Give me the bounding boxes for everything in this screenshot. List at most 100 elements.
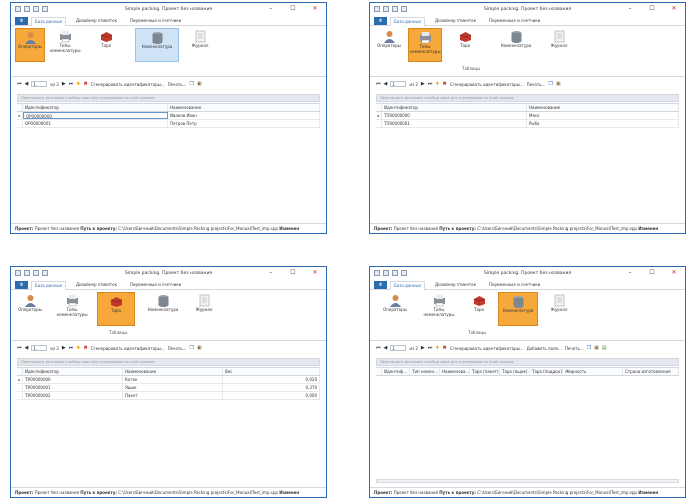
maximize-icon[interactable]: ☐ <box>641 267 663 279</box>
table-cell[interactable]: TR00000002 <box>23 392 123 399</box>
close-icon[interactable]: ✕ <box>663 3 685 15</box>
journal-button[interactable]: Журнал <box>544 292 574 326</box>
column-header[interactable]: Идентификатор <box>23 104 168 111</box>
copy-icon[interactable]: ❐ <box>189 81 193 87</box>
operators-button[interactable]: Операторы <box>15 28 45 62</box>
table-row[interactable]: ▸ TR00000000 Коток 0,020 <box>17 376 320 384</box>
prev-page-icon[interactable]: ◀ <box>384 81 388 87</box>
tab-variables[interactable]: Переменные и счетчики <box>486 17 543 25</box>
copy-icon[interactable]: ❐ <box>548 81 552 87</box>
nomenclature-button[interactable]: Номенклатура <box>494 28 538 62</box>
export-icon[interactable]: ▣ <box>197 345 202 351</box>
page-input[interactable]: 1 <box>31 345 48 351</box>
minimize-icon[interactable]: – <box>260 267 282 279</box>
page-input[interactable]: 1 <box>390 81 407 87</box>
add-icon[interactable]: ✚ <box>76 345 80 351</box>
first-page-icon[interactable]: ⏮ <box>376 81 381 87</box>
minimize-icon[interactable]: – <box>260 3 282 15</box>
table-cell[interactable]: Пакет <box>123 392 223 399</box>
generate-ids-button[interactable]: Сгенерировать идентификаторы... <box>91 82 165 87</box>
prev-page-icon[interactable]: ◀ <box>384 345 388 351</box>
export-icon[interactable]: ▣ <box>197 81 202 87</box>
table-row[interactable]: TR00000002 Пакет 0,000 <box>17 392 320 400</box>
generate-ids-button[interactable]: Сгенерировать идентификаторы... <box>91 346 165 351</box>
add-field-button[interactable]: Добавить поле... <box>527 346 562 351</box>
maximize-icon[interactable]: ☐ <box>282 267 304 279</box>
table-row[interactable]: ТП00000001 Рыба <box>376 120 679 128</box>
file-tab[interactable]: Ф <box>374 281 387 289</box>
column-header[interactable]: Идентиф... <box>382 368 410 375</box>
table-row[interactable]: ▸ OP00000000 Иванов Иван <box>17 112 320 120</box>
close-icon[interactable]: ✕ <box>304 3 326 15</box>
table-cell[interactable]: Мясо <box>527 112 679 119</box>
close-icon[interactable]: ✕ <box>304 267 326 279</box>
delete-icon[interactable]: ✖ <box>84 81 88 87</box>
page-input[interactable]: 1 <box>31 81 48 87</box>
group-panel[interactable]: Перетащите заголовок столбца сюда для гр… <box>376 358 679 366</box>
column-header[interactable]: Наименование <box>168 104 320 111</box>
delete-icon[interactable]: ✖ <box>443 81 447 87</box>
journal-button[interactable]: Журнал <box>544 28 574 62</box>
table-cell[interactable]: Рыба <box>527 120 679 127</box>
close-icon[interactable]: ✕ <box>663 267 685 279</box>
page-input[interactable]: 1 <box>390 345 407 351</box>
minimize-icon[interactable]: – <box>619 3 641 15</box>
table-cell[interactable]: ТП00000001 <box>382 120 527 127</box>
column-header[interactable]: Тара (пакет) <box>470 368 500 375</box>
horizontal-scrollbar[interactable] <box>376 479 679 483</box>
column-header[interactable]: Тип номен... <box>410 368 440 375</box>
table-cell[interactable]: 0,000 <box>223 392 320 399</box>
table-cell[interactable]: Коток <box>123 376 223 383</box>
tab-variables[interactable]: Переменные и счетчики <box>127 17 184 25</box>
tab-variables[interactable]: Переменные и счетчики <box>486 281 543 289</box>
maximize-icon[interactable]: ☐ <box>641 3 663 15</box>
prev-page-icon[interactable]: ◀ <box>25 345 29 351</box>
table-cell[interactable]: OP00000001 <box>23 120 168 127</box>
tab-label-designer[interactable]: Дизайнер этикеток <box>432 17 479 25</box>
next-page-icon[interactable]: ▶ <box>421 345 425 351</box>
add-icon[interactable]: ✚ <box>435 345 439 351</box>
table-row[interactable]: TR00000001 Ящик 0,370 <box>17 384 320 392</box>
table-cell[interactable]: OP00000000 <box>23 112 168 119</box>
tara-button[interactable]: Тара <box>97 292 135 326</box>
minimize-icon[interactable]: – <box>619 267 641 279</box>
operators-button[interactable]: Операторы <box>380 292 410 326</box>
operators-button[interactable]: Операторы <box>15 292 45 326</box>
nomenclature-button[interactable]: Номенклатура <box>135 28 179 62</box>
next-page-icon[interactable]: ▶ <box>62 81 66 87</box>
tab-label-designer[interactable]: Дизайнер этикеток <box>432 281 479 289</box>
column-header[interactable]: Наименование <box>527 104 679 111</box>
group-panel[interactable]: Перетащите заголовок столбца сюда для гр… <box>17 358 320 366</box>
first-page-icon[interactable]: ⏮ <box>17 345 22 351</box>
file-tab[interactable]: Ф <box>374 17 387 25</box>
tara-button[interactable]: Тара <box>450 28 480 62</box>
table-cell[interactable]: 0,370 <box>223 384 320 391</box>
table-cell[interactable]: 0,020 <box>223 376 320 383</box>
table-cell[interactable]: Иванов Иван <box>168 112 320 119</box>
column-header[interactable]: Тара (ящик) <box>500 368 530 375</box>
table-row[interactable]: ▸ ТП00000000 Мясо <box>376 112 679 120</box>
column-header[interactable]: Наименова... <box>440 368 470 375</box>
last-page-icon[interactable]: ⏭ <box>428 345 433 351</box>
nom-types-button[interactable]: Типы номенклатуры <box>408 28 442 62</box>
operators-button[interactable]: Операторы <box>374 28 404 62</box>
column-header[interactable]: Вес <box>223 368 320 375</box>
last-page-icon[interactable]: ⏭ <box>69 345 74 351</box>
tara-button[interactable]: Тара <box>464 292 494 326</box>
print-button[interactable]: Печать... <box>565 346 584 351</box>
file-tab[interactable]: Ф <box>15 17 28 25</box>
column-header[interactable]: Страна изготовления <box>623 368 679 375</box>
journal-button[interactable]: Журнал <box>189 292 219 326</box>
nom-types-button[interactable]: Типы номенклатуры <box>422 292 456 326</box>
maximize-icon[interactable]: ☐ <box>282 3 304 15</box>
nomenclature-button[interactable]: Номенклатура <box>498 292 538 326</box>
next-page-icon[interactable]: ▶ <box>421 81 425 87</box>
generate-ids-button[interactable]: Сгенерировать идентификаторы... <box>450 346 524 351</box>
delete-icon[interactable]: ✖ <box>84 345 88 351</box>
add-icon[interactable]: ✚ <box>76 81 80 87</box>
tab-variables[interactable]: Переменные и счетчики <box>127 281 184 289</box>
tab-label-designer[interactable]: Дизайнер этикеток <box>73 17 120 25</box>
table-cell[interactable]: Ящик <box>123 384 223 391</box>
delete-icon[interactable]: ✖ <box>443 345 447 351</box>
nomenclature-button[interactable]: Номенклатура <box>141 292 185 326</box>
